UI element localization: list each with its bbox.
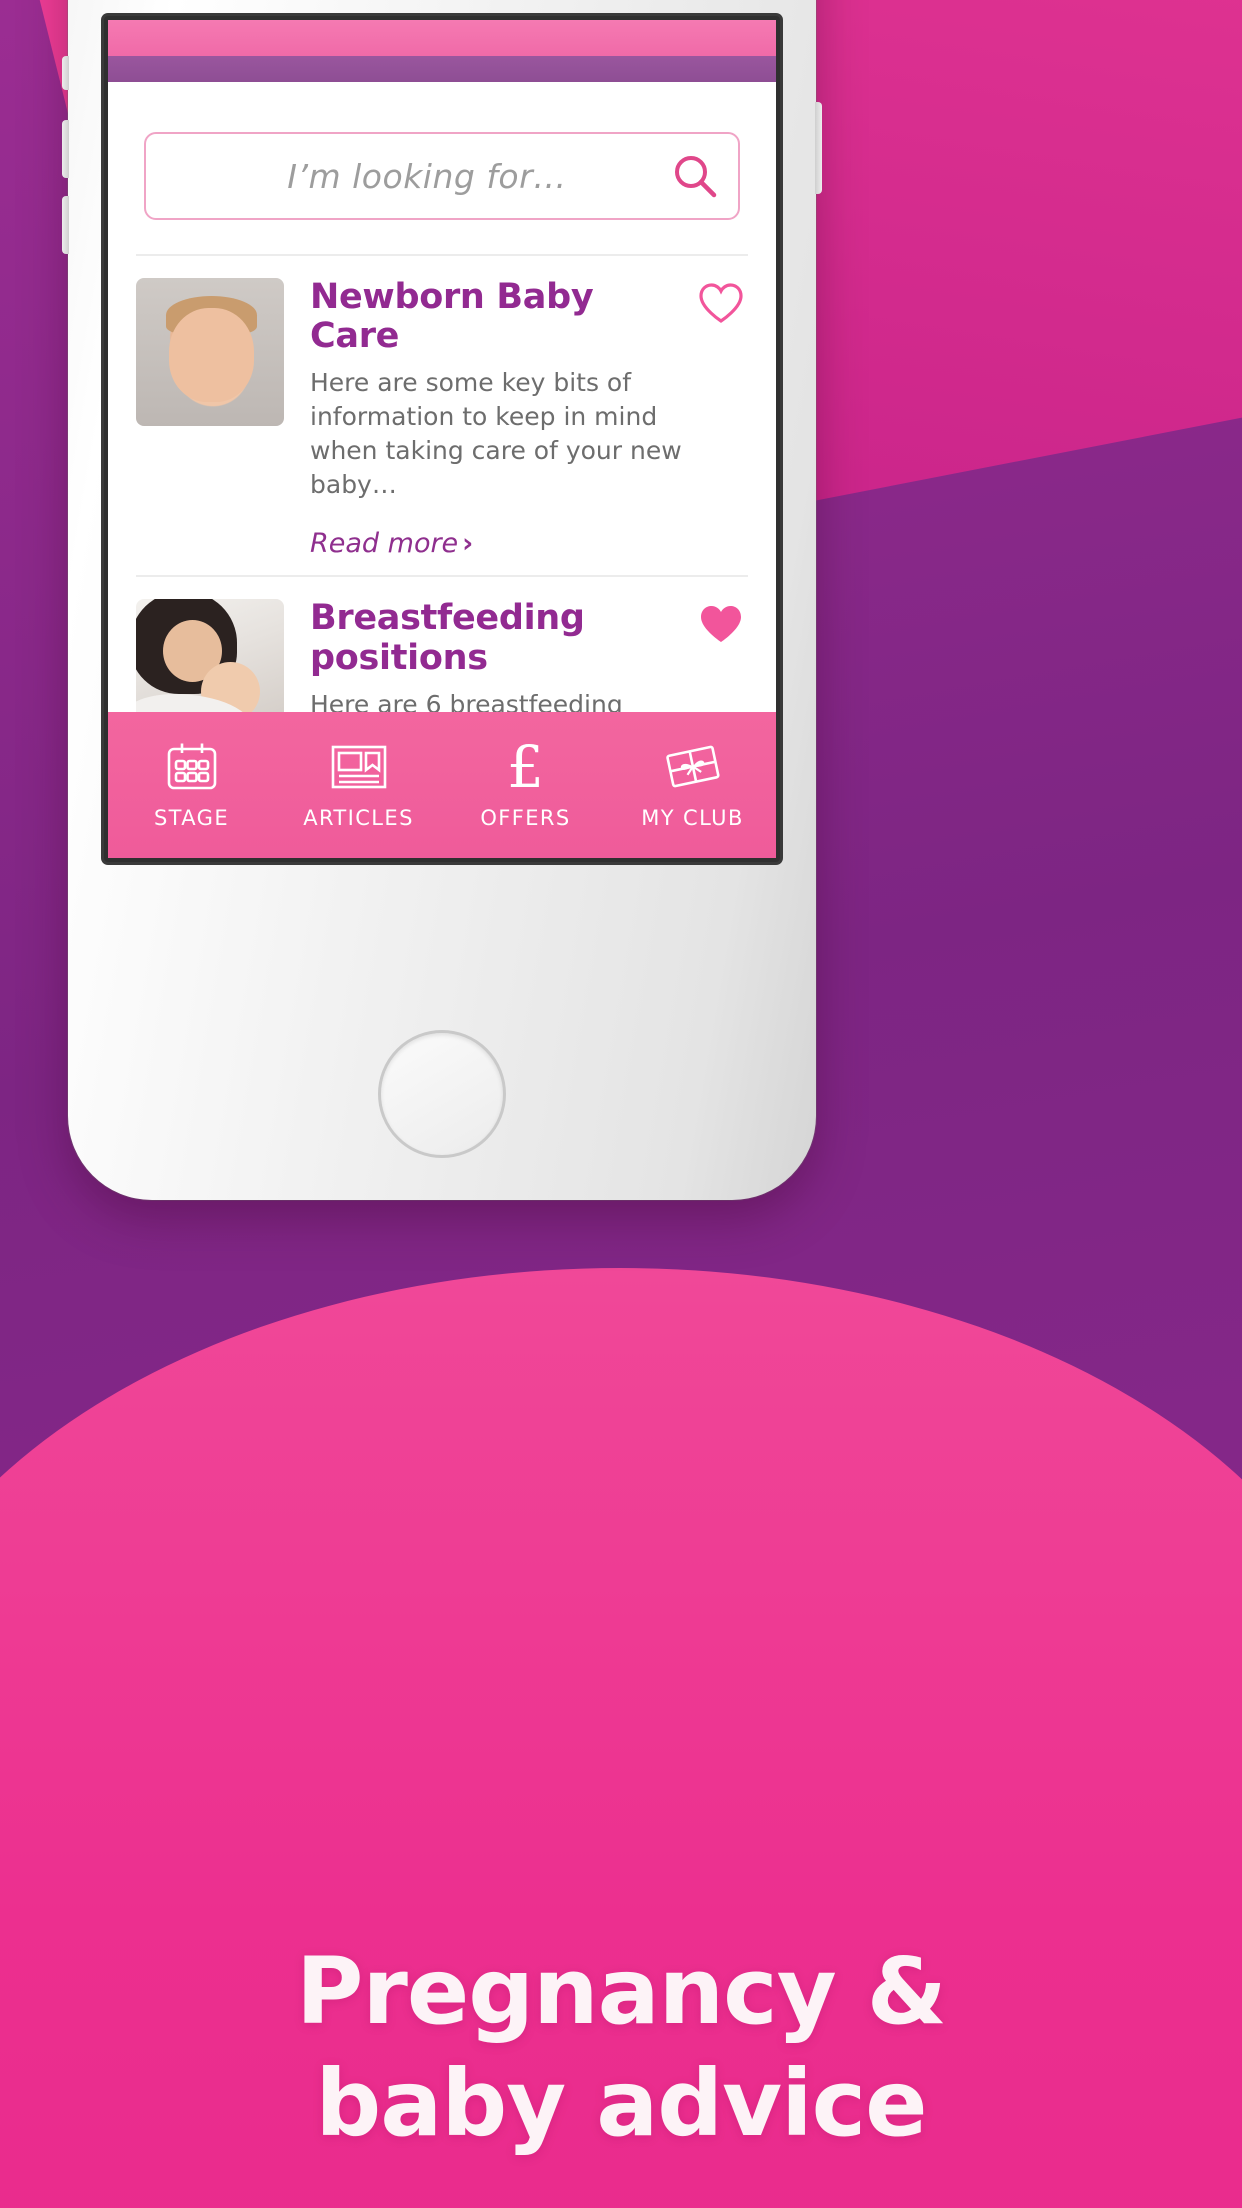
tab-articles[interactable]: ARTICLES [275,740,442,830]
phone-power-button [815,102,822,194]
search-section: I’m looking for… [108,82,776,254]
app-header-bar [108,20,776,56]
phone-bezel: I’m looking for… Newborn Baby Care Here … [104,16,780,862]
article-list: Newborn Baby Care Here are some key bits… [136,254,748,712]
tab-my-club[interactable]: MY CLUB [609,740,776,830]
tab-articles-label: ARTICLES [303,806,414,830]
phone-volume-up-button [62,120,69,178]
bottom-navigation-bar: STAGE ARTICLES £ OFFERS MY CLUB [108,712,776,858]
read-more-link[interactable]: Read more › [310,528,690,559]
article-list-item[interactable]: Newborn Baby Care Here are some key bits… [136,256,748,578]
phone-mockup: I’m looking for… Newborn Baby Care Here … [62,0,822,1200]
chevron-right-icon: › [462,528,474,560]
tab-offers-label: OFFERS [480,806,571,830]
article-thumbnail [136,599,284,712]
heart-filled-icon[interactable] [698,603,744,649]
article-title: Newborn Baby Care [310,277,594,357]
phone-screen: I’m looking for… Newborn Baby Care Here … [108,20,776,858]
tab-my-club-label: MY CLUB [641,806,744,830]
phone-home-button[interactable] [378,1030,506,1158]
search-placeholder: I’m looking for… [287,156,567,196]
read-more-label: Read more [310,528,459,560]
heart-outline-icon[interactable] [698,282,744,328]
article-thumbnail [136,278,284,426]
pound-icon: £ [507,733,544,801]
article-text-block: Breastfeeding positions Here are 6 breas… [310,599,748,712]
pound-glyph: £ [507,733,544,801]
search-icon[interactable] [652,151,738,201]
article-description: Here are 6 breastfeeding positions for y… [310,689,623,712]
phone-volume-down-button [62,196,69,254]
tab-stage[interactable]: STAGE [108,740,275,830]
app-content: I’m looking for… Newborn Baby Care Here … [108,82,776,712]
gift-card-icon [663,740,723,794]
article-title: Breastfeeding positions [310,598,585,678]
promo-caption-line-2: baby advice [315,2050,927,2157]
article-list-item[interactable]: Breastfeeding positions Here are 6 breas… [136,577,748,712]
app-viewport: I’m looking for… Newborn Baby Care Here … [108,20,776,858]
search-input[interactable]: I’m looking for… [144,132,740,220]
tab-stage-label: STAGE [153,806,230,830]
article-text-block: Newborn Baby Care Here are some key bits… [310,277,748,559]
promo-caption: Pregnancy & baby advice [0,1946,1242,2150]
phone-mute-switch [62,56,69,90]
newspaper-icon [330,740,388,794]
tab-offers[interactable]: £ OFFERS [442,733,609,830]
calendar-icon [165,740,219,794]
promo-caption-line-1: Pregnancy & [296,1938,947,2045]
app-subheader-bar [108,56,776,82]
article-description: Here are some key bits of information to… [310,368,682,500]
